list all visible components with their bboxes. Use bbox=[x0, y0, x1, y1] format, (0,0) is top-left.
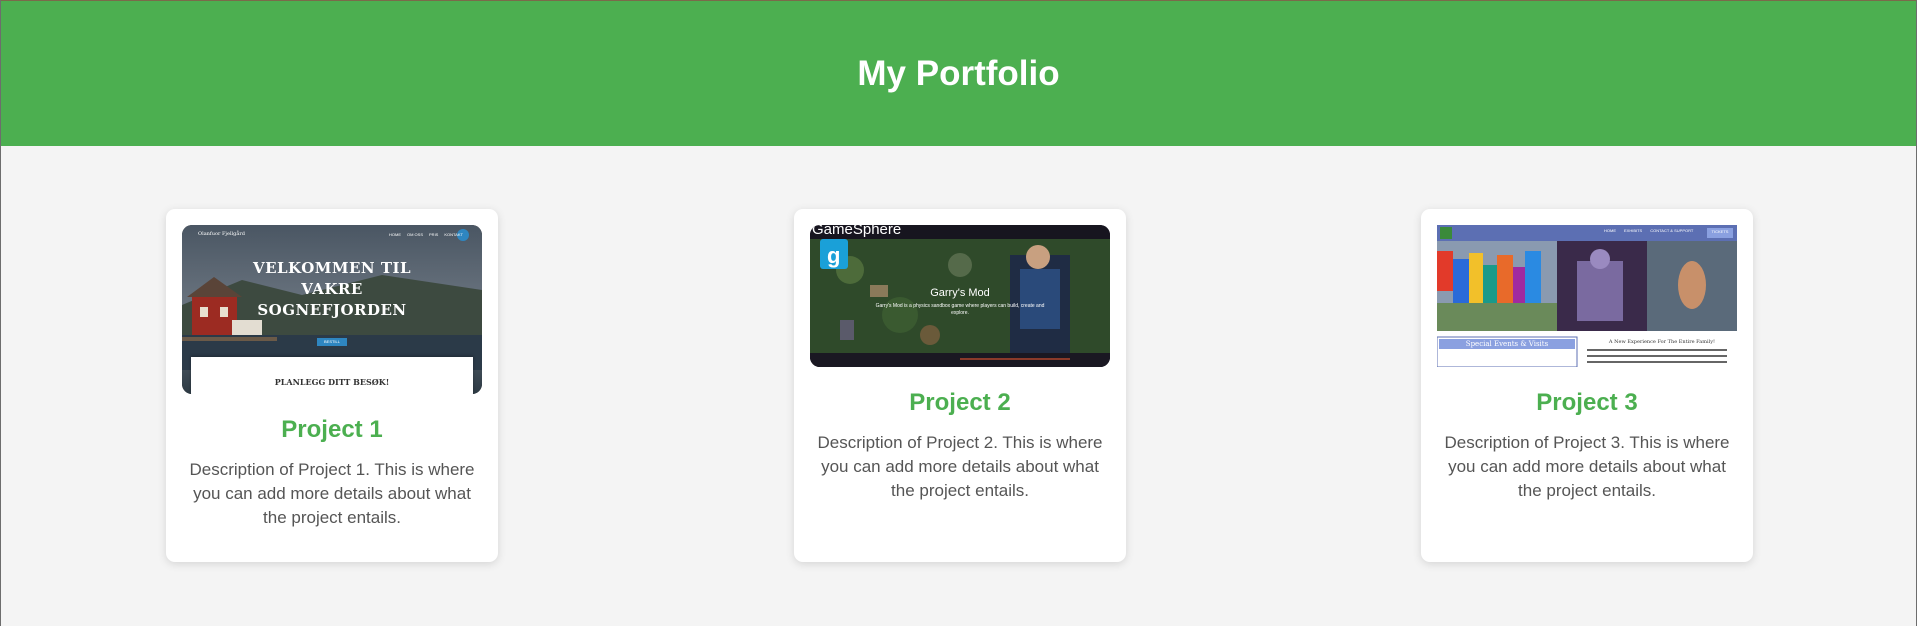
project-3-nav: HOME EXHIBITS CONTACT & SUPPORT bbox=[1604, 228, 1693, 233]
project-1-nav-item: PRIS bbox=[429, 232, 439, 237]
project-3-headline: A New Experience For The Entire Family! bbox=[1608, 339, 1716, 345]
project-3-thumbnail[interactable]: HOME EXHIBITS CONTACT & SUPPORT TICKETS … bbox=[1437, 225, 1737, 367]
project-1-hero: VELKOMMEN TIL VAKRE SOGNEFJORDEN bbox=[182, 258, 482, 321]
project-1-cta-button: BESTILL bbox=[317, 338, 347, 346]
project-3-title[interactable]: Project 3 bbox=[1421, 389, 1753, 417]
project-2-brand: GameSphere bbox=[812, 225, 902, 238]
page-title: My Portfolio bbox=[857, 53, 1060, 93]
project-3-nav-item: HOME bbox=[1604, 228, 1616, 233]
project-card-2[interactable]: g GameSphere Garry's Mod Garry's Mod is … bbox=[794, 209, 1126, 562]
project-1-brand: Olanfuor Fjellgård bbox=[198, 231, 245, 237]
project-1-title[interactable]: Project 1 bbox=[166, 416, 498, 444]
project-3-events-heading: Special Events & Visits bbox=[1465, 340, 1549, 348]
project-1-hero-line: VAKRE bbox=[301, 280, 363, 298]
project-2-blurb: Garry's Mod is a physics sandbox game wh… bbox=[875, 303, 1045, 316]
project-1-description: Description of Project 1. This is where … bbox=[189, 460, 475, 527]
project-1-thumbnail[interactable]: Olanfuor Fjellgård HOME OM OSS PRIS KONT… bbox=[182, 225, 482, 394]
project-2-game-title: Garry's Mod bbox=[930, 287, 990, 299]
project-3-description: Description of Project 3. This is where … bbox=[1444, 433, 1730, 500]
project-1-nav-item: KONTAKT bbox=[444, 232, 463, 237]
project-2-title[interactable]: Project 2 bbox=[794, 389, 1126, 417]
project-1-nav-item: HOME bbox=[389, 232, 401, 237]
project-1-hero-line: VELKOMMEN TIL bbox=[252, 259, 412, 277]
svg-text:g: g bbox=[827, 243, 840, 268]
project-3-nav-item: EXHIBITS bbox=[1624, 228, 1643, 233]
site-header: My Portfolio bbox=[1, 0, 1916, 146]
project-1-nav: HOME OM OSS PRIS KONTAKT bbox=[389, 232, 463, 237]
project-2-description: Description of Project 2. This is where … bbox=[817, 433, 1103, 500]
project-3-nav-item: CONTACT & SUPPORT bbox=[1650, 228, 1694, 233]
project-card-1[interactable]: Olanfuor Fjellgård HOME OM OSS PRIS KONT… bbox=[166, 209, 498, 562]
project-1-hero-line: SOGNEFJORDEN bbox=[257, 301, 407, 319]
project-3-tickets-button: TICKETS bbox=[1711, 229, 1729, 234]
project-2-thumbnail[interactable]: g GameSphere Garry's Mod Garry's Mod is … bbox=[810, 225, 1110, 367]
project-1-panel: PLANLEGG DITT BESØK! bbox=[191, 357, 473, 394]
project-1-panel-title: PLANLEGG DITT BESØK! bbox=[274, 377, 390, 387]
project-card-3[interactable]: HOME EXHIBITS CONTACT & SUPPORT TICKETS … bbox=[1421, 209, 1753, 562]
project-1-nav-item: OM OSS bbox=[407, 232, 424, 237]
